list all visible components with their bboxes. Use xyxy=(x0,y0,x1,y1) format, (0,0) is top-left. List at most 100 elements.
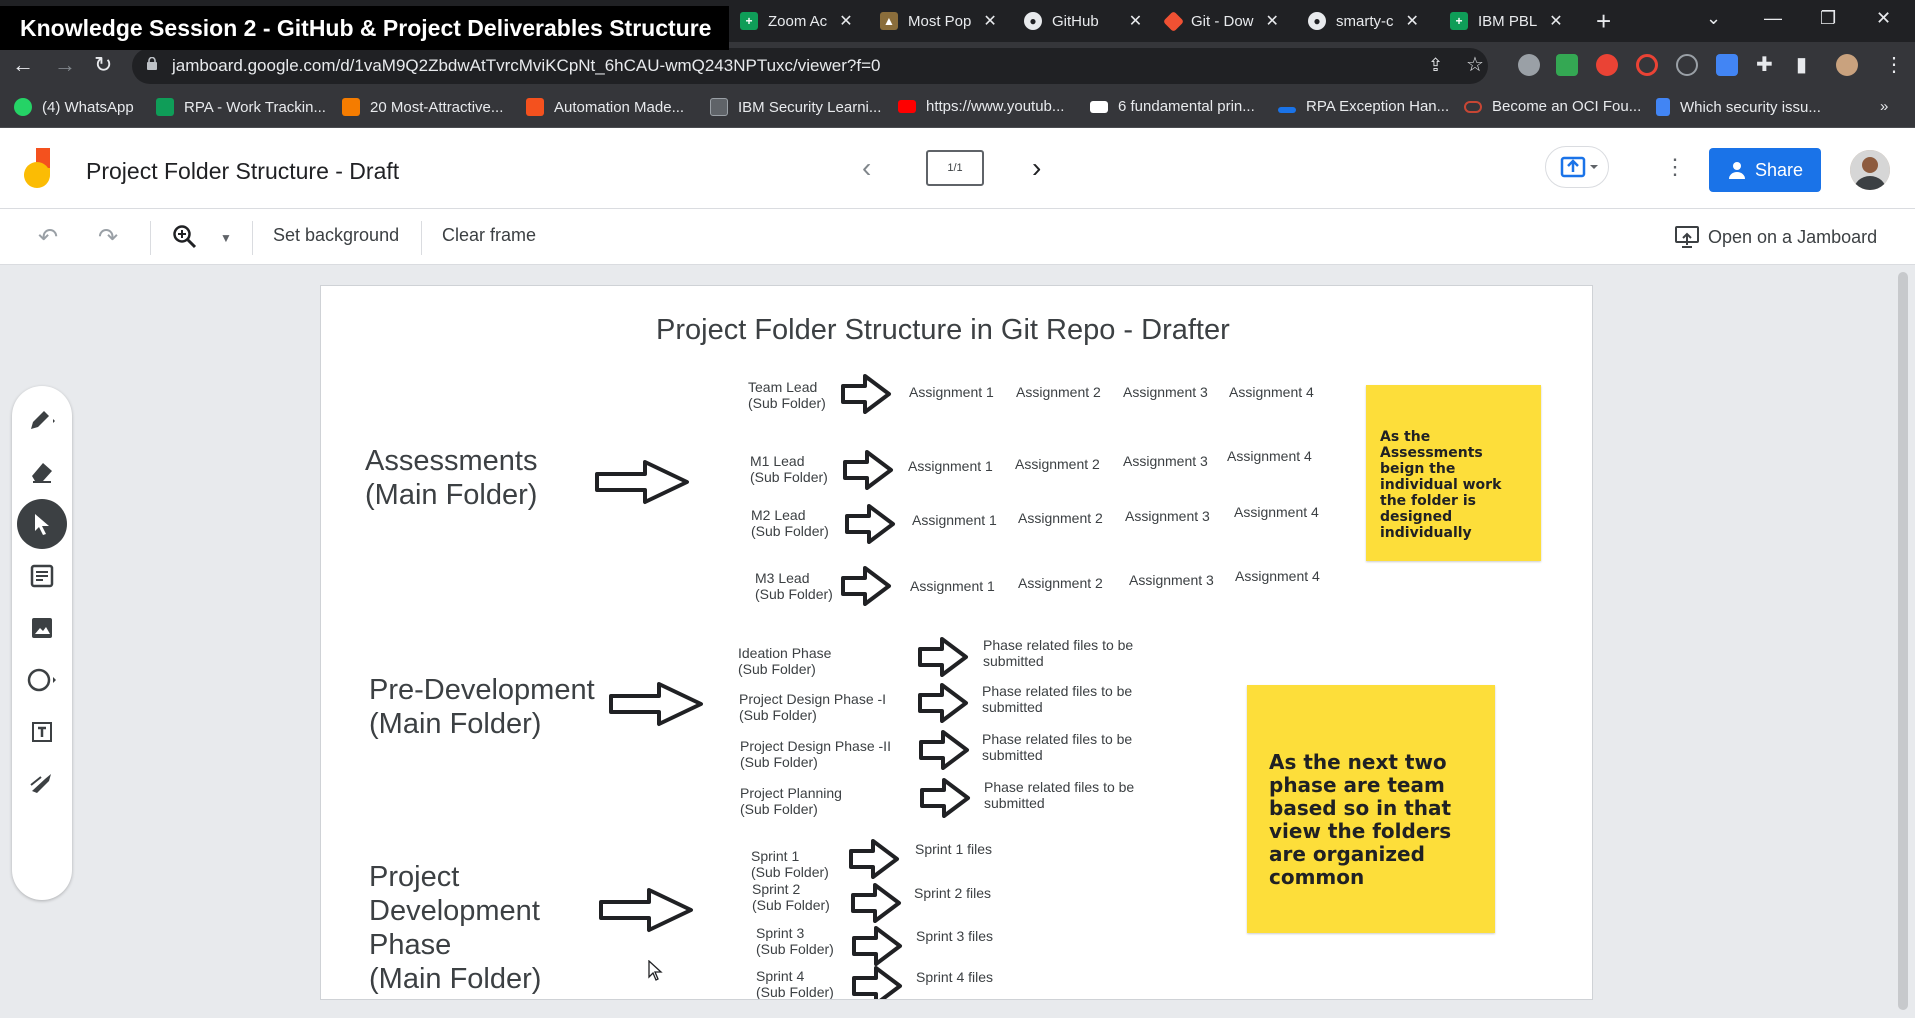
extension-grammarly-icon[interactable] xyxy=(1518,54,1540,76)
redo-icon[interactable]: ↷ xyxy=(98,223,118,252)
bookmark-item[interactable]: Become an OCI Fou... xyxy=(1464,98,1641,115)
assignment-label[interactable]: Assignment 2 xyxy=(1016,384,1101,400)
zoom-dropdown-icon[interactable]: ▼ xyxy=(220,231,232,245)
assignment-label[interactable]: Assignment 4 xyxy=(1227,448,1312,464)
more-options-icon[interactable]: ⋮ xyxy=(1664,154,1686,180)
arrow-icon[interactable] xyxy=(852,926,904,966)
extension-translate-icon[interactable] xyxy=(1716,54,1738,76)
assignment-label[interactable]: Assignment 2 xyxy=(1015,456,1100,472)
project-planning-sub-folder[interactable]: Project Planning (Sub Folder) xyxy=(740,785,842,817)
share-page-icon[interactable]: ⇪ xyxy=(1428,52,1443,78)
assignment-label[interactable]: Assignment 3 xyxy=(1123,384,1208,400)
close-window-icon[interactable]: ✕ xyxy=(1876,8,1891,29)
tab-search-chevron-icon[interactable]: ⌄ xyxy=(1706,8,1721,29)
design-phase-2-sub-folder[interactable]: Project Design Phase -II (Sub Folder) xyxy=(740,738,891,770)
text-box-tool[interactable] xyxy=(12,706,72,758)
tab-close-icon[interactable]: ✕ xyxy=(1129,11,1142,31)
arrow-icon[interactable] xyxy=(918,637,970,677)
open-on-jamboard-button[interactable]: Open on a Jamboard xyxy=(1674,225,1877,249)
extensions-puzzle-icon[interactable]: ✚ xyxy=(1756,52,1773,78)
sprint-1-sub-folder[interactable]: Sprint 1 (Sub Folder) xyxy=(751,848,829,880)
arrow-icon[interactable] xyxy=(920,778,972,818)
share-button[interactable]: Share xyxy=(1709,148,1821,192)
more-bookmarks-icon[interactable]: » xyxy=(1880,98,1888,115)
url-text[interactable]: jamboard.google.com/d/1vaM9Q2ZbdwAtTvrcM… xyxy=(172,56,880,76)
assignment-label[interactable]: Assignment 3 xyxy=(1129,572,1214,588)
tab-ibm-pbl[interactable]: + IBM PBL ✕ xyxy=(1450,6,1563,36)
tab-close-icon[interactable]: ✕ xyxy=(839,11,852,31)
sticky-note-team-phases[interactable]: As the next two phase are team based so … xyxy=(1247,685,1495,933)
tab-git-download[interactable]: Git - Dow ✕ xyxy=(1162,6,1279,36)
arrow-icon[interactable] xyxy=(841,374,893,414)
assignment-label[interactable]: Assignment 1 xyxy=(908,458,993,474)
eraser-tool[interactable] xyxy=(12,446,72,498)
assignment-label[interactable]: Assignment 1 xyxy=(912,512,997,528)
tab-close-icon[interactable]: ✕ xyxy=(1549,11,1562,31)
design-phase-1-sub-folder[interactable]: Project Design Phase -I (Sub Folder) xyxy=(739,691,886,723)
sprint-3-sub-folder[interactable]: Sprint 3 (Sub Folder) xyxy=(756,925,834,957)
side-panel-icon[interactable]: ▮ xyxy=(1796,52,1807,78)
forward-icon[interactable]: → xyxy=(54,52,76,78)
extension-beta-icon[interactable] xyxy=(1556,54,1578,76)
arrow-icon[interactable] xyxy=(919,730,971,770)
tab-smarty[interactable]: ● smarty-c ✕ xyxy=(1308,6,1419,36)
image-tool[interactable] xyxy=(12,602,72,654)
bookmark-item[interactable]: RPA Exception Han... xyxy=(1278,98,1449,115)
bookmark-item[interactable]: (4) WhatsApp xyxy=(14,98,134,116)
document-title[interactable]: Project Folder Structure - Draft xyxy=(86,158,399,185)
avatar[interactable] xyxy=(1850,150,1890,190)
m2-lead-sub-folder[interactable]: M2 Lead (Sub Folder) xyxy=(751,507,829,539)
extension-opera-icon[interactable] xyxy=(1636,54,1658,76)
arrow-icon[interactable] xyxy=(849,839,901,879)
assignment-label[interactable]: Assignment 2 xyxy=(1018,510,1103,526)
set-background-button[interactable]: Set background xyxy=(273,225,399,246)
profile-icon[interactable] xyxy=(1836,54,1858,76)
sticky-note-assessments[interactable]: As the Assessments beign the individual … xyxy=(1366,385,1541,561)
arrow-icon[interactable] xyxy=(841,566,893,606)
phase-files-label[interactable]: Phase related files to be submitted xyxy=(982,683,1132,715)
sprint-2-sub-folder[interactable]: Sprint 2 (Sub Folder) xyxy=(752,881,830,913)
shape-tool[interactable] xyxy=(12,654,72,706)
tab-most-popular[interactable]: ▲ Most Pop ✕ xyxy=(880,6,997,36)
extension-red-icon[interactable] xyxy=(1596,54,1618,76)
sprint-4-sub-folder[interactable]: Sprint 4 (Sub Folder) xyxy=(756,968,834,999)
back-icon[interactable]: ← xyxy=(12,52,34,78)
bookmark-item[interactable]: IBM Security Learni... xyxy=(710,98,881,116)
assignment-label[interactable]: Assignment 1 xyxy=(909,384,994,400)
tab-close-icon[interactable]: ✕ xyxy=(983,11,996,31)
arrow-icon[interactable] xyxy=(609,680,705,728)
new-tab-button[interactable]: + xyxy=(1596,8,1611,34)
arrow-icon[interactable] xyxy=(845,504,897,544)
arrow-icon[interactable] xyxy=(852,966,904,1000)
select-tool[interactable] xyxy=(12,498,72,550)
m1-lead-sub-folder[interactable]: M1 Lead (Sub Folder) xyxy=(750,453,828,485)
browser-menu-icon[interactable]: ⋮ xyxy=(1884,52,1904,78)
ideation-phase-sub-folder[interactable]: Ideation Phase (Sub Folder) xyxy=(738,645,831,677)
pre-development-main-folder[interactable]: Pre-Development (Main Folder) xyxy=(369,673,595,741)
tab-close-icon[interactable]: ✕ xyxy=(1266,11,1279,31)
next-frame-icon[interactable]: › xyxy=(1032,152,1041,184)
assignment-label[interactable]: Assignment 2 xyxy=(1018,575,1103,591)
assignment-label[interactable]: Assignment 4 xyxy=(1229,384,1314,400)
laser-tool[interactable] xyxy=(12,758,72,810)
phase-files-label[interactable]: Phase related files to be submitted xyxy=(984,779,1134,811)
project-development-main-folder[interactable]: Project Development Phase (Main Folder) xyxy=(369,860,541,996)
sticky-note-tool[interactable] xyxy=(12,550,72,602)
team-lead-sub-folder[interactable]: Team Lead (Sub Folder) xyxy=(748,379,826,411)
assignment-label[interactable]: Assignment 1 xyxy=(910,578,995,594)
phase-files-label[interactable]: Phase related files to be submitted xyxy=(983,637,1133,669)
arrow-icon[interactable] xyxy=(599,886,695,934)
phase-files-label[interactable]: Phase related files to be submitted xyxy=(982,731,1132,763)
bookmark-item[interactable]: Which security issu... xyxy=(1656,98,1821,116)
arrow-icon[interactable] xyxy=(843,450,895,490)
bookmark-item[interactable]: https://www.youtub... xyxy=(898,98,1064,115)
arrow-icon[interactable] xyxy=(595,458,691,506)
tab-github[interactable]: ● GitHub ✕ xyxy=(1024,6,1142,36)
previous-frame-icon[interactable]: ‹ xyxy=(862,152,871,184)
undo-icon[interactable]: ↶ xyxy=(38,223,58,252)
assignment-label[interactable]: Assignment 3 xyxy=(1125,508,1210,524)
assessments-main-folder[interactable]: Assessments (Main Folder) xyxy=(365,444,537,512)
bookmark-star-icon[interactable]: ☆ xyxy=(1466,52,1484,78)
bookmark-item[interactable]: 20 Most-Attractive... xyxy=(342,98,503,116)
assignment-label[interactable]: Assignment 4 xyxy=(1235,568,1320,584)
